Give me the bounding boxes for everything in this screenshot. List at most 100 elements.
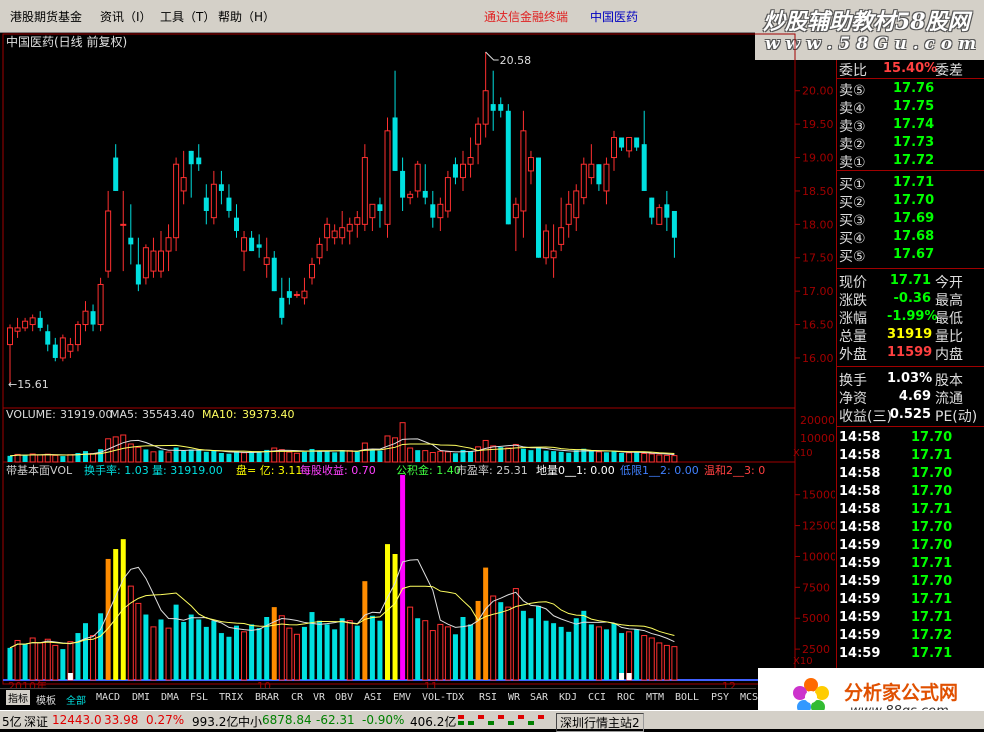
stat2-right-label: 股本 — [935, 373, 963, 389]
chart-canvas[interactable]: 20.00 19.50 19.00 18.50 18.00 17.50 17.00 16.50… — [0, 32, 835, 688]
buy-level-label: 买① — [839, 177, 866, 193]
stat-right-label: 今开 — [935, 275, 963, 291]
indicator-bar — [490, 595, 497, 681]
indicator-tab[interactable]: FSL — [190, 692, 208, 703]
indicator-tab[interactable]: MTM — [646, 692, 664, 703]
stat-value: -0.36 — [893, 291, 931, 306]
candle-body — [67, 344, 74, 352]
indicator-tab[interactable]: WR — [508, 692, 520, 703]
indicator-tab[interactable]: BRAR — [255, 692, 279, 703]
indicator-bar — [7, 647, 13, 680]
sell-level-label: 卖② — [839, 137, 866, 153]
candle-body — [626, 137, 633, 152]
indicator-header-text: 温和2__3: 0 — [704, 464, 765, 477]
tick-time: 14:58 — [839, 502, 881, 517]
indicator-tab[interactable]: KDJ — [559, 692, 577, 703]
menu-item-hk-futures[interactable]: 港股期货基金 — [10, 8, 82, 25]
indicator-tab[interactable]: EMV — [393, 692, 411, 703]
indicator-tab[interactable]: 指标 — [6, 690, 30, 705]
candle-body — [316, 243, 323, 259]
indicator-bar — [181, 621, 187, 680]
candle-body — [37, 317, 43, 328]
indicator-bar — [150, 626, 157, 681]
indicator-bar — [656, 642, 663, 681]
candle-body — [430, 204, 436, 218]
price-tick-label: 19.00 — [802, 152, 834, 165]
indicator-tab[interactable]: BOLL — [675, 692, 699, 703]
zx-index-change: -62.31 — [316, 713, 355, 727]
volume-bar — [7, 455, 13, 462]
divider — [837, 366, 984, 367]
indicator-bar — [75, 633, 81, 680]
indicator-tab[interactable]: DMA — [161, 692, 179, 703]
indicator-tab[interactable]: DMI — [132, 692, 150, 703]
candle-body — [210, 183, 217, 219]
indicator-tab[interactable]: RSI — [479, 692, 497, 703]
indicator-tab[interactable]: ROC — [617, 692, 635, 703]
indicator-tab[interactable]: OBV — [335, 692, 353, 703]
candle-body — [634, 137, 640, 148]
server-status[interactable]: 深圳行情主站2 — [556, 713, 644, 732]
tick-price: 17.71 — [911, 610, 953, 625]
indicator-tab[interactable]: PSY — [711, 692, 729, 703]
indicator-bar — [60, 649, 66, 680]
volume-bar — [566, 452, 572, 462]
candle-body — [52, 344, 58, 358]
volume-bar — [158, 450, 164, 462]
stat-label: 总量 — [839, 329, 867, 345]
stat-label: 涨跌 — [839, 293, 867, 309]
candle-body — [120, 223, 127, 226]
indicator-bar — [354, 625, 360, 680]
candle-body — [218, 184, 224, 191]
candle-body — [467, 157, 474, 165]
indicator-bar — [437, 623, 444, 681]
menu-item-tools[interactable]: 工具（T） — [160, 8, 215, 25]
indicator-tab[interactable]: CR — [291, 692, 303, 703]
candle-body — [550, 250, 557, 259]
indicator-tab[interactable]: MACD — [96, 692, 120, 703]
tick-price: 17.71 — [911, 646, 953, 661]
indicator-tab[interactable]: 全部 — [66, 692, 86, 707]
tick-time: 14:58 — [839, 484, 881, 499]
indicator-tab[interactable]: ASI — [364, 692, 382, 703]
sz-index-change: 33.98 — [104, 713, 139, 727]
indicator-tab[interactable]: CCI — [588, 692, 606, 703]
indicator-bar — [241, 631, 248, 681]
volume-bar — [165, 451, 172, 463]
indicator-tab[interactable]: SAR — [530, 692, 548, 703]
volume-bar — [317, 450, 323, 462]
indicator-bar — [211, 620, 217, 680]
candle-body — [7, 327, 13, 346]
volume-bar — [226, 453, 232, 462]
volume-bar — [429, 452, 436, 463]
tick-time: 14:59 — [839, 556, 881, 571]
indicator-bar — [226, 636, 232, 680]
volume-bar — [437, 450, 444, 463]
indicator-tab[interactable]: TRIX — [219, 692, 243, 703]
candle-body — [271, 257, 277, 292]
buy-level-label: 买④ — [839, 231, 866, 247]
candle-body — [29, 317, 36, 326]
indicator-tab[interactable]: VR — [313, 692, 325, 703]
indicator-bar — [324, 624, 330, 680]
stat2-right-label: 流通 — [935, 391, 963, 407]
indicator-bar — [29, 637, 36, 681]
menu-item-help[interactable]: 帮助（H） — [218, 8, 275, 25]
volume-bar — [588, 451, 594, 462]
tick-price: 17.70 — [911, 466, 953, 481]
status-bar: 5亿 深证 12443.0 33.98 0.27% 993.2亿 中小 6878… — [0, 710, 984, 732]
zx-index-value: 6878.84 — [262, 713, 312, 727]
menu-item-news[interactable]: 资讯（I） — [100, 8, 152, 25]
indicator-bar — [520, 610, 526, 680]
candle-body — [671, 210, 677, 238]
indicator-tick-label: 10000 — [802, 550, 835, 563]
indicator-bar — [603, 629, 609, 680]
volume-bar — [196, 450, 202, 462]
indicator-tab[interactable]: VOL-TDX — [422, 692, 464, 703]
candle-body — [45, 331, 51, 345]
volume-bar — [52, 454, 59, 463]
indicator-tick-label: 5000 — [802, 612, 830, 625]
volume-bar — [105, 438, 112, 463]
indicator-tab[interactable]: 模板 — [36, 692, 56, 707]
indicator-bar — [648, 637, 655, 681]
